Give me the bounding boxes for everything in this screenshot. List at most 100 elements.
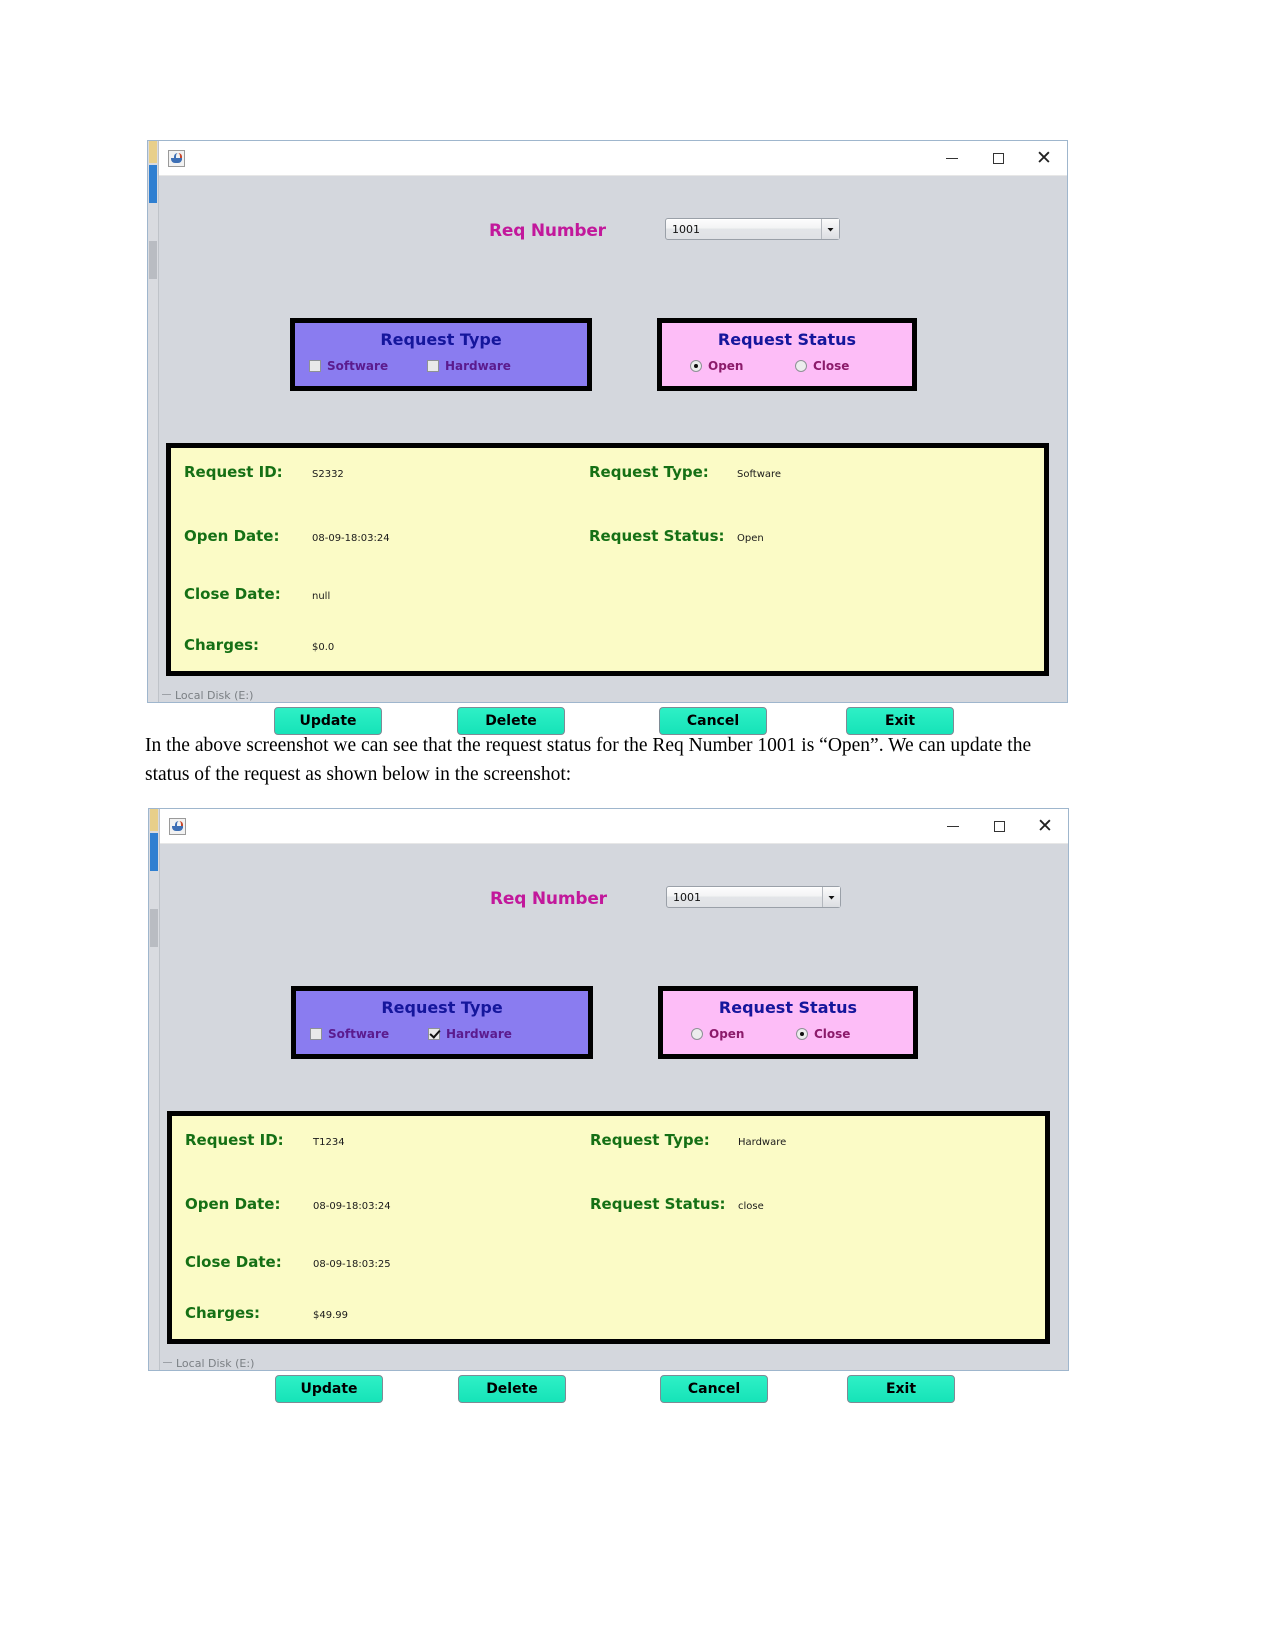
request-type-options: Software Hardware — [296, 1027, 588, 1041]
update-button[interactable]: Update — [275, 1375, 383, 1403]
request-status-options: Open Close — [662, 359, 912, 373]
delete-button[interactable]: Delete — [458, 1375, 566, 1403]
req-number-label: Req Number — [490, 889, 607, 909]
detail-charges-value: $0.0 — [312, 642, 335, 653]
request-status-title: Request Status — [717, 330, 857, 349]
checkbox-hardware[interactable]: Hardware — [428, 1027, 512, 1041]
swing-window-closed-state: ✕ Req Number 1001 Request Type Software — [148, 808, 1069, 1403]
radio-open-label: Open — [709, 1027, 745, 1041]
detail-open-date: Open Date: 08-09-18:03:24 — [185, 1195, 391, 1213]
minimize-button[interactable] — [930, 809, 976, 843]
req-number-combobox[interactable]: 1001 — [665, 218, 840, 240]
detail-request-type: Request Type: Software — [589, 463, 781, 481]
detail-request-type-value: Hardware — [738, 1137, 787, 1148]
detail-close-date: Close Date: 08-09-18:03:25 — [185, 1253, 391, 1271]
detail-close-date-value: null — [312, 591, 331, 602]
detail-request-status: Request Status: close — [590, 1195, 764, 1213]
detail-request-status-label: Request Status: — [590, 1195, 726, 1213]
radio-open-dot[interactable] — [690, 360, 702, 372]
req-number-combobox[interactable]: 1001 — [666, 886, 841, 908]
desktop-edge-strip — [148, 141, 159, 702]
request-type-groupbox: Request Type Software Hardware — [290, 318, 592, 391]
req-number-value: 1001 — [673, 890, 701, 904]
detail-close-date-value: 08-09-18:03:25 — [313, 1259, 391, 1270]
request-status-options: Open Close — [663, 1027, 913, 1041]
edge-strip-blue — [150, 833, 158, 871]
desktop-clipped-label: Local Disk (E:) — [163, 1357, 254, 1370]
checkbox-hardware[interactable]: Hardware — [427, 359, 511, 373]
edge-strip-yellow — [150, 809, 158, 831]
checkbox-hardware-label: Hardware — [446, 1027, 512, 1041]
detail-close-date-label: Close Date: — [184, 585, 281, 603]
req-number-label: Req Number — [489, 221, 606, 241]
checkbox-hardware-box[interactable] — [427, 360, 439, 372]
request-status-title: Request Status — [718, 998, 858, 1017]
radio-open[interactable]: Open — [691, 1027, 796, 1041]
request-details-panel: Request ID: T1234 Request Type: Hardware… — [167, 1111, 1050, 1344]
edge-strip-blue — [149, 165, 157, 203]
detail-open-date-value: 08-09-18:03:24 — [312, 533, 390, 544]
checkbox-software-label: Software — [327, 359, 389, 373]
window-titlebar[interactable]: ✕ — [159, 141, 1067, 176]
detail-request-id: Request ID: T1234 — [185, 1131, 345, 1149]
edge-strip-yellow — [149, 141, 157, 163]
swing-window-open-state: ✕ Req Number 1001 Request Type Software — [147, 140, 1068, 735]
close-button[interactable]: ✕ — [1021, 141, 1067, 175]
detail-charges: Charges: $0.0 — [184, 636, 334, 654]
detail-open-date: Open Date: 08-09-18:03:24 — [184, 527, 390, 545]
chevron-down-icon[interactable] — [822, 887, 840, 907]
window-titlebar[interactable]: ✕ — [160, 809, 1068, 844]
close-button[interactable]: ✕ — [1022, 809, 1068, 843]
document-page: ✕ Req Number 1001 Request Type Software — [0, 0, 1275, 1650]
request-details-panel: Request ID: S2332 Request Type: Software… — [166, 443, 1049, 676]
checkbox-software-box[interactable] — [309, 360, 321, 372]
checkbox-software[interactable]: Software — [310, 1027, 428, 1041]
radio-open[interactable]: Open — [690, 359, 795, 373]
exit-button[interactable]: Exit — [847, 1375, 955, 1403]
radio-close-dot[interactable] — [796, 1028, 808, 1040]
checkbox-software-label: Software — [328, 1027, 390, 1041]
detail-open-date-label: Open Date: — [184, 527, 280, 545]
request-status-groupbox: Request Status Open Close — [658, 986, 918, 1059]
checkbox-software-box[interactable] — [310, 1028, 322, 1040]
chevron-down-icon[interactable] — [821, 219, 839, 239]
radio-open-dot[interactable] — [691, 1028, 703, 1040]
detail-charges: Charges: $49.99 — [185, 1304, 348, 1322]
maximize-button[interactable] — [976, 809, 1022, 843]
request-type-groupbox: Request Type Software Hardware — [291, 986, 593, 1059]
radio-close-label: Close — [813, 359, 850, 373]
maximize-button[interactable] — [975, 141, 1021, 175]
radio-close-label: Close — [814, 1027, 851, 1041]
window-controls: ✕ — [930, 809, 1068, 843]
detail-request-id: Request ID: S2332 — [184, 463, 344, 481]
radio-close[interactable]: Close — [795, 359, 849, 373]
checkbox-software[interactable]: Software — [309, 359, 427, 373]
detail-request-status-label: Request Status: — [589, 527, 725, 545]
detail-open-date-label: Open Date: — [185, 1195, 281, 1213]
java-coffee-cup-icon — [169, 817, 186, 835]
edge-strip-gray — [150, 909, 158, 947]
checkbox-hardware-box[interactable] — [428, 1028, 440, 1040]
detail-close-date-label: Close Date: — [185, 1253, 282, 1271]
detail-request-id-value: S2332 — [312, 469, 344, 480]
detail-charges-label: Charges: — [185, 1304, 261, 1322]
window-client-area: Req Number 1001 Request Type Software Ha… — [159, 176, 1067, 735]
java-coffee-cup-icon — [168, 149, 185, 167]
request-type-title: Request Type — [380, 330, 502, 349]
cancel-button[interactable]: Cancel — [660, 1375, 768, 1403]
detail-request-id-label: Request ID: — [185, 1131, 284, 1149]
radio-close-dot[interactable] — [795, 360, 807, 372]
tree-dash-icon — [163, 1362, 172, 1363]
request-type-options: Software Hardware — [295, 359, 587, 373]
checkbox-hardware-label: Hardware — [445, 359, 511, 373]
detail-request-type-label: Request Type: — [590, 1131, 710, 1149]
request-type-title: Request Type — [381, 998, 503, 1017]
minimize-button[interactable] — [929, 141, 975, 175]
detail-request-id-value: T1234 — [313, 1137, 345, 1148]
detail-request-type-label: Request Type: — [589, 463, 709, 481]
radio-close[interactable]: Close — [796, 1027, 850, 1041]
radio-open-label: Open — [708, 359, 744, 373]
desktop-clipped-label: Local Disk (E:) — [162, 689, 253, 702]
edge-strip-gray — [149, 241, 157, 279]
detail-request-type-value: Software — [737, 469, 782, 480]
